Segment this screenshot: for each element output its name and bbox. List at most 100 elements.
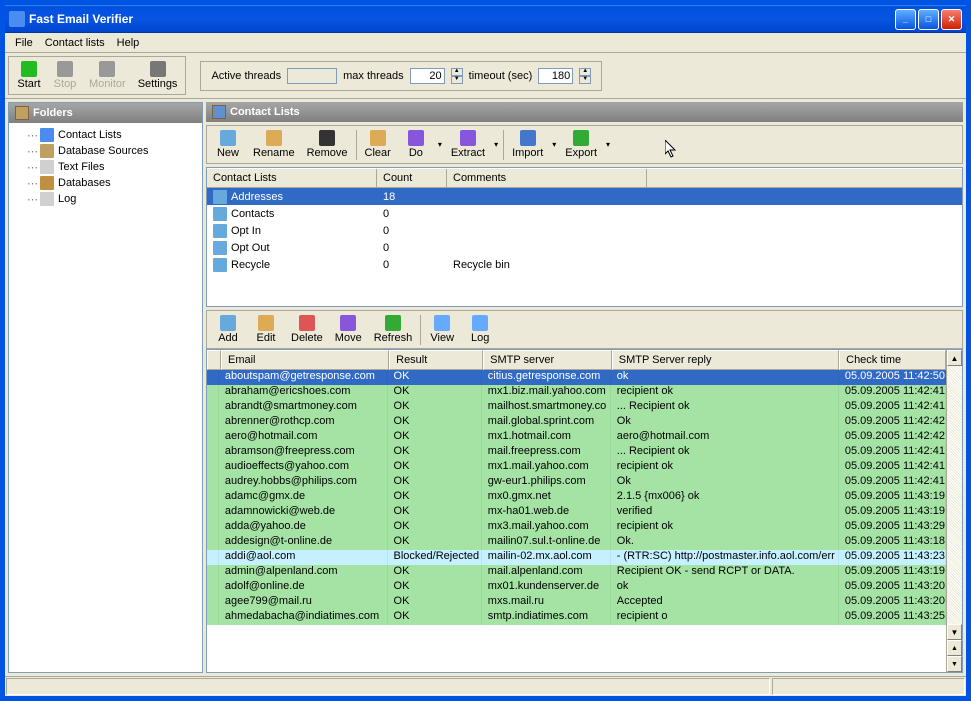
scroll-top-button[interactable]: ▲ [947, 640, 962, 656]
menu-help[interactable]: Help [111, 35, 146, 51]
remove-button[interactable]: Remove [301, 128, 354, 161]
clear-button[interactable]: Clear [359, 128, 397, 161]
timeout-up[interactable]: ▲ [579, 68, 591, 76]
remove-icon [319, 130, 335, 146]
refresh-button[interactable]: Refresh [368, 313, 419, 346]
col-comments[interactable]: Comments [447, 169, 647, 187]
tree-contact-lists[interactable]: ⋯Contact Lists [25, 127, 198, 143]
move-button[interactable]: Move [329, 313, 368, 346]
list-row[interactable]: Opt Out0 [207, 239, 962, 256]
grid-row[interactable]: adamc@gmx.deOKmx0.gmx.net2.1.5 {mx006} o… [207, 490, 946, 505]
import-icon [520, 130, 536, 146]
delete-button[interactable]: Delete [285, 313, 329, 346]
menubar: FileContact listsHelp [5, 33, 966, 53]
export-button[interactable]: Export [559, 128, 603, 161]
do-dropdown[interactable]: ▾ [435, 140, 445, 149]
close-button[interactable]: ✕ [941, 9, 962, 30]
grid-row[interactable]: agee799@mail.ruOKmxs.mail.ruAccepted05.0… [207, 595, 946, 610]
tree-database-sources[interactable]: ⋯Database Sources [25, 143, 198, 159]
max-threads-input[interactable] [410, 68, 445, 84]
list-row[interactable]: Recycle0Recycle bin [207, 256, 962, 273]
tree-log[interactable]: ⋯Log [25, 191, 198, 207]
list-row[interactable]: Opt In0 [207, 222, 962, 239]
col-contact-lists[interactable]: Contact Lists [207, 169, 377, 187]
scroll-bottom-button[interactable]: ▼ [947, 656, 962, 672]
start-button[interactable]: Start [11, 59, 47, 92]
menu-file[interactable]: File [9, 35, 39, 51]
grid-row[interactable]: abraham@ericshoes.comOKmx1.biz.mail.yaho… [207, 385, 946, 400]
timeout-down[interactable]: ▼ [579, 76, 591, 84]
grid-row[interactable]: ahmedabacha@indiatimes.comOKsmtp.indiati… [207, 610, 946, 625]
scroll-down-button[interactable]: ▼ [947, 624, 962, 640]
grid-row[interactable]: aero@hotmail.comOKmx1.hotmail.comaero@ho… [207, 430, 946, 445]
grid-row[interactable]: abramson@freepress.comOKmail.freepress.c… [207, 445, 946, 460]
export-icon [573, 130, 589, 146]
new-button[interactable]: New [209, 128, 247, 161]
monitor-button: Monitor [83, 59, 132, 92]
titlebar[interactable]: Fast Email Verifier _ □ ✕ [5, 5, 966, 33]
stop-button: Stop [47, 59, 83, 92]
max-threads-up[interactable]: ▲ [451, 68, 463, 76]
grid-row[interactable]: audrey.hobbs@philips.comOKgw-eur1.philip… [207, 475, 946, 490]
delete-icon [299, 315, 315, 331]
settings-icon [150, 61, 166, 77]
databases-icon [40, 176, 54, 190]
extract-button[interactable]: Extract [445, 128, 491, 161]
export-dropdown[interactable]: ▾ [603, 140, 613, 149]
contacts-icon [212, 105, 226, 119]
grid-row[interactable]: abrandt@smartmoney.comOKmailhost.smartmo… [207, 400, 946, 415]
vertical-scrollbar[interactable]: ▲ ▼ ▲ ▼ [946, 350, 962, 672]
grid-row[interactable]: audioeffects@yahoo.comOKmx1.mail.yahoo.c… [207, 460, 946, 475]
max-threads-down[interactable]: ▼ [451, 76, 463, 84]
rename-button[interactable]: Rename [247, 128, 301, 161]
list-row[interactable]: Addresses18 [207, 188, 962, 205]
text-files-icon [40, 160, 54, 174]
app-icon [9, 11, 25, 27]
gcol-result[interactable]: Result [389, 350, 483, 370]
grid-row[interactable]: adda@yahoo.deOKmx3.mail.yahoo.comrecipie… [207, 520, 946, 535]
scroll-up-button[interactable]: ▲ [947, 350, 962, 366]
grid-row[interactable]: admin@alpenland.comOKmail.alpenland.comR… [207, 565, 946, 580]
timeout-label: timeout (sec) [469, 70, 533, 82]
settings-button[interactable]: Settings [132, 59, 184, 92]
grid-row[interactable]: adamnowicki@web.deOKmx-ha01.web.de verif… [207, 505, 946, 520]
log-icon [472, 315, 488, 331]
threads-panel: Active threads max threads ▲▼ timeout (s… [200, 61, 602, 91]
list-icon [213, 241, 227, 255]
log-icon [40, 192, 54, 206]
folder-icon [15, 106, 29, 120]
edit-button[interactable]: Edit [247, 313, 285, 346]
extract-dropdown[interactable]: ▾ [491, 140, 501, 149]
grid-row[interactable]: adolf@online.deOKmx01.kundenserver.de ok… [207, 580, 946, 595]
menu-contact-lists[interactable]: Contact lists [39, 35, 111, 51]
import-dropdown[interactable]: ▾ [549, 140, 559, 149]
scroll-track[interactable] [947, 366, 962, 624]
log-button[interactable]: Log [461, 313, 499, 346]
contact-lists-header: Contact Lists [206, 102, 963, 122]
maximize-button[interactable]: □ [918, 9, 939, 30]
tree-databases[interactable]: ⋯Databases [25, 175, 198, 191]
gcol-check-time[interactable]: Check time [839, 350, 946, 370]
view-button[interactable]: View [423, 313, 461, 346]
gcol-smtp-server-reply[interactable]: SMTP Server reply [612, 350, 839, 370]
folders-tree[interactable]: ⋯Contact Lists⋯Database Sources⋯Text Fil… [9, 123, 202, 672]
tree-text-files[interactable]: ⋯Text Files [25, 159, 198, 175]
timeout-input[interactable] [538, 68, 573, 84]
grid-row[interactable]: aboutspam@getresponse.comOKcitius.getres… [207, 370, 946, 385]
minimize-button[interactable]: _ [895, 9, 916, 30]
list-icon [213, 190, 227, 204]
grid-row[interactable]: addesign@t-online.deOKmailin07.sul.t-onl… [207, 535, 946, 550]
active-threads-value [287, 68, 337, 84]
list-row[interactable]: Contacts0 [207, 205, 962, 222]
add-button[interactable]: Add [209, 313, 247, 346]
move-icon [340, 315, 356, 331]
grid-row[interactable]: addi@aol.comBlocked/Rejectedmailin-02.mx… [207, 550, 946, 565]
import-button[interactable]: Import [506, 128, 549, 161]
start-icon [21, 61, 37, 77]
col-count[interactable]: Count [377, 169, 447, 187]
gcol-smtp-server[interactable]: SMTP server [483, 350, 612, 370]
do-button[interactable]: Do [397, 128, 435, 161]
grid-row[interactable]: abrenner@rothcp.comOKmail.global.sprint.… [207, 415, 946, 430]
extract-icon [460, 130, 476, 146]
gcol-email[interactable]: Email [221, 350, 389, 370]
